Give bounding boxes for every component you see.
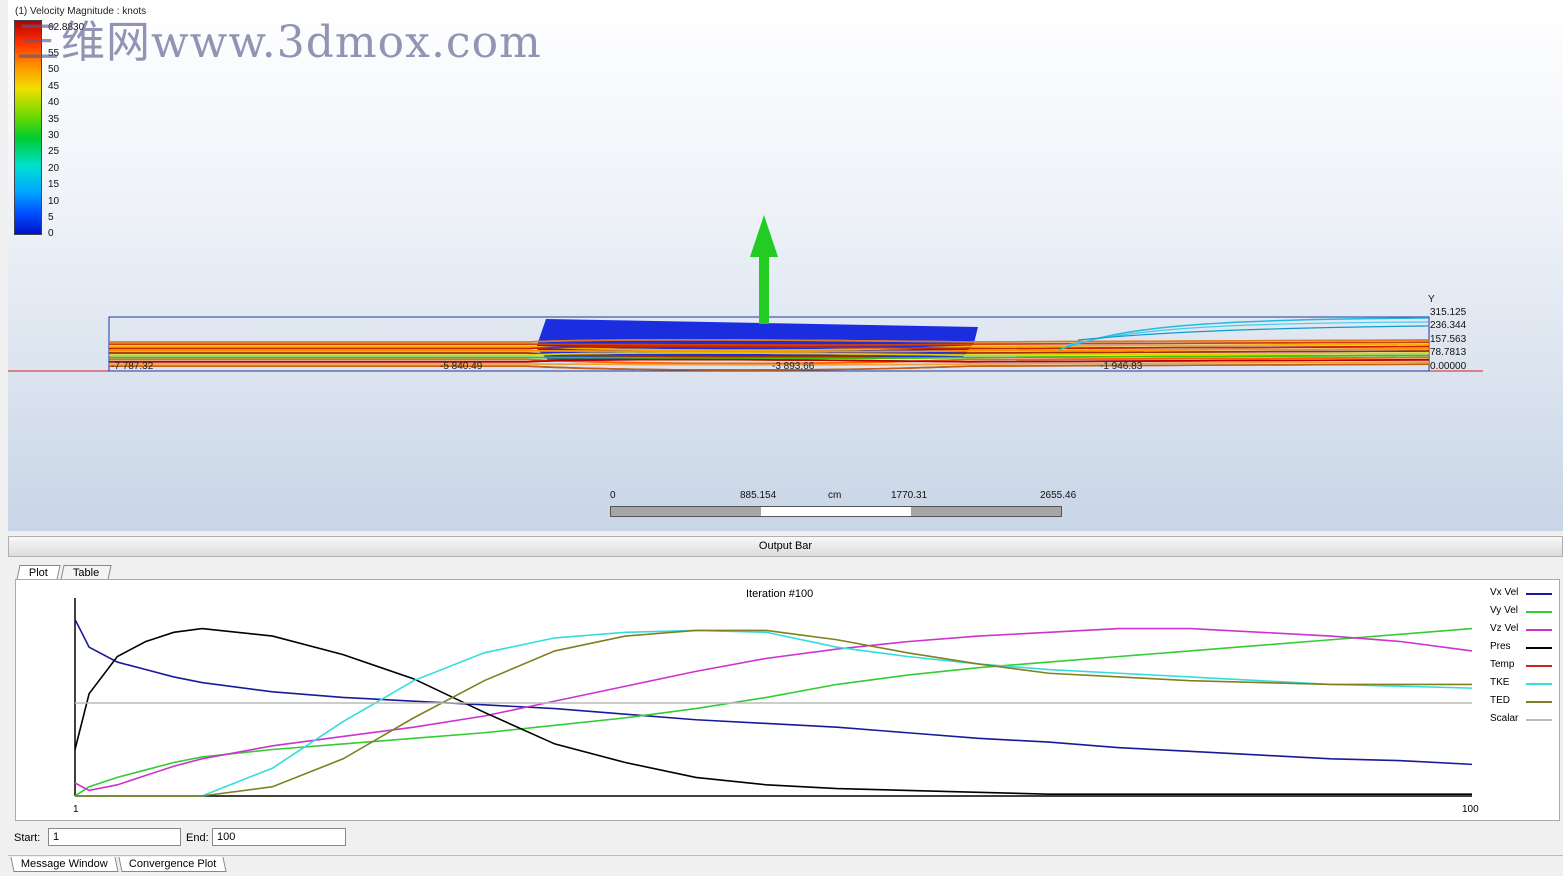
y-axis-label: 0.00000 [1430, 360, 1467, 372]
series-line-pres [74, 627, 1472, 795]
legend-swatch [1526, 701, 1552, 703]
viewport-3d[interactable]: (1) Velocity Magnitude : knots 62.8830 55… [8, 0, 1563, 531]
left-edge [0, 0, 8, 875]
x-start-label: 1 [73, 804, 79, 815]
scene-svg [8, 215, 1483, 372]
plot-svg [74, 598, 1473, 797]
domain-x-label: -5 840.49 [440, 361, 483, 372]
tab-plot[interactable]: Plot [16, 565, 61, 580]
output-bar-header[interactable]: Output Bar [8, 536, 1563, 557]
y-axis-label: 315.125 [1430, 307, 1467, 318]
legend-swatch [1526, 683, 1552, 685]
start-input[interactable] [48, 828, 181, 846]
lift-arrow-icon [750, 215, 778, 324]
series-line-ted [75, 629, 1472, 797]
tab-convergence-plot[interactable]: Convergence Plot [118, 857, 228, 872]
scale-label-third: 2655.46 [1040, 490, 1077, 501]
legend-swatch [1526, 611, 1552, 613]
legend-swatch [1526, 665, 1552, 667]
legend-entry-tke: TKE [1490, 677, 1510, 688]
domain-x-label: -3 893.66 [772, 361, 815, 372]
scale-label-unit: cm [828, 490, 842, 501]
y-axis-label: 236.344 [1430, 320, 1467, 332]
end-input[interactable] [212, 828, 346, 846]
tab-message-window[interactable]: Message Window [10, 857, 119, 872]
tab-plot-label: Plot [28, 567, 48, 579]
series-line-vy-vel [74, 627, 1473, 797]
domain-x-label: -1 946.83 [1100, 361, 1143, 372]
scale-label-zero: 0 [610, 490, 616, 501]
y-axis-label: 157.563 [1430, 333, 1467, 345]
x-end-label: 100 [1462, 804, 1479, 815]
y-axis-label: 78.7813 [1430, 347, 1467, 359]
output-panel: Plot Table Iteration #100 Vx Vel Vy Vel Vz… [8, 557, 1563, 855]
convergence-plot: Iteration #100 Vx Vel Vy Vel Vz Vel Pres Tem… [15, 579, 1560, 821]
scale-label-second: 1770.31 [891, 490, 928, 501]
start-label: Start: [14, 832, 41, 844]
legend-entry-pres: Pres [1490, 641, 1511, 652]
series-line-vz-vel [74, 627, 1473, 792]
legend-entry-scalar: Scalar [1490, 713, 1519, 724]
bottom-tabs: Message Window Convergence Plot [8, 855, 1563, 876]
legend-swatch [1526, 647, 1552, 649]
end-label: End: [186, 832, 209, 844]
tab-convergence-plot-label: Convergence Plot [128, 858, 217, 870]
series-line-vx-vel [74, 618, 1473, 766]
series-line-tke [75, 629, 1473, 797]
legend-swatch [1526, 629, 1552, 631]
tab-table-label: Table [72, 567, 100, 579]
legend-entry-vz-vel: Vz Vel [1490, 623, 1519, 634]
scale-label-first: 885.154 [740, 490, 777, 501]
tab-table[interactable]: Table [60, 565, 112, 580]
legend-swatch [1526, 593, 1552, 595]
legend-entry-ted: TED [1490, 695, 1510, 706]
y-axis-title: Y [1428, 294, 1435, 305]
tab-message-window-label: Message Window [20, 858, 108, 870]
scale-bar [610, 506, 1062, 517]
legend-swatch [1526, 719, 1552, 721]
domain-x-label: -7 787.32 [111, 361, 154, 372]
legend-entry-temp: Temp [1490, 659, 1515, 670]
legend-entry-vx-vel: Vx Vel [1490, 587, 1519, 598]
legend-entry-vy-vel: Vy Vel [1490, 605, 1518, 616]
cyan-streamline [1077, 325, 1429, 341]
